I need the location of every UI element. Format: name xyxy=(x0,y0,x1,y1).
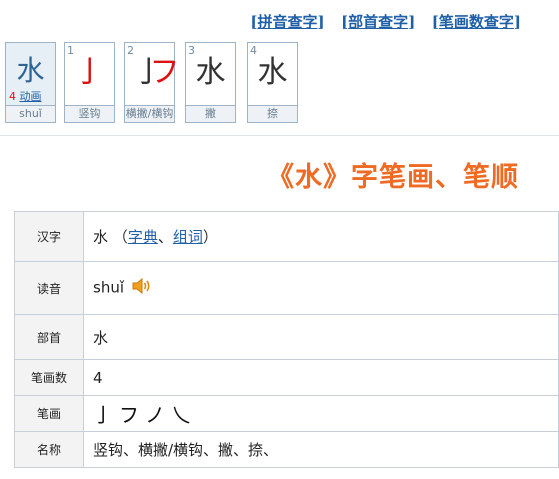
bracket: ] xyxy=(317,13,325,31)
hanzi-value: 水 xyxy=(93,228,109,246)
table-row: 名称 竖钩、横撇/横钩、撇、捺、 xyxy=(14,431,559,468)
character-strokes: 水 xyxy=(257,55,288,90)
dictionary-link[interactable]: 字典 xyxy=(128,228,158,246)
stroke-glyph: 水 xyxy=(248,51,297,95)
stroke-count: 4 xyxy=(9,90,16,103)
highlighted-stroke: 亅 xyxy=(74,55,105,90)
animate-link[interactable]: 动画 xyxy=(20,90,42,103)
character-card: 水 4 动画 shuǐ xyxy=(5,42,56,123)
row-label: 笔画数 xyxy=(14,359,84,396)
stroke-card-1: 1 亅 竖钩 xyxy=(64,42,115,123)
paren: （ xyxy=(112,228,128,246)
row-label: 汉字 xyxy=(14,211,84,262)
stroke-card-3: 3 水 撇 xyxy=(185,42,236,123)
bracket: ] xyxy=(408,13,416,31)
character-strokes: 水 xyxy=(195,55,226,90)
word-group-link[interactable]: 组词 xyxy=(173,228,203,246)
row-label: 读音 xyxy=(14,261,84,315)
row-value: 竖钩、横撇/横钩、撇、捺、 xyxy=(83,431,559,468)
highlighted-stroke: フ xyxy=(149,55,180,90)
speaker-icon[interactable] xyxy=(132,277,152,299)
stroke-count-lookup-link[interactable]: 笔画数查字 xyxy=(439,13,514,31)
character-info-table: 汉字 水 （字典、组词） 读音 shuǐ 部首 水 笔画数 4 笔画 亅フノ乀 xyxy=(14,211,559,468)
page-title: 《水》字笔画、笔顺 xyxy=(267,162,519,193)
character-glyph: 水 xyxy=(16,54,45,87)
stroke-card-4: 4 水 捺 xyxy=(247,42,298,123)
stroke-glyph: 亅フ xyxy=(125,51,180,95)
stroke-shapes: 亅フノ乀 xyxy=(93,403,197,427)
table-row: 汉字 水 （字典、组词） xyxy=(14,211,559,262)
pinyin-caption: shuǐ xyxy=(6,105,55,122)
bracket: ] xyxy=(513,13,521,31)
stroke-count-animate: 4 动画 xyxy=(9,88,42,104)
row-label: 部首 xyxy=(14,314,84,360)
row-value: 亅フノ乀 xyxy=(83,395,559,432)
row-value: 4 xyxy=(83,359,559,396)
row-value: 水 （字典、组词） xyxy=(83,211,559,262)
row-value: shuǐ xyxy=(83,261,559,315)
table-row: 笔画数 4 xyxy=(14,359,559,396)
separator: 、 xyxy=(157,228,173,246)
radical-lookup-link[interactable]: 部首查字 xyxy=(348,13,408,31)
pinyin-value: shuǐ xyxy=(93,278,124,297)
table-row: 读音 shuǐ xyxy=(14,261,559,315)
stroke-caption: 撇 xyxy=(186,105,235,122)
row-label: 名称 xyxy=(14,431,84,468)
stroke-card-2: 2 亅フ 横撇/横钩 xyxy=(124,42,180,123)
top-nav: [拼音查字] [部首查字] [笔画数查字] xyxy=(250,11,521,32)
stroke-glyph: 亅 xyxy=(65,51,114,95)
bracket: [ xyxy=(431,13,439,31)
previous-strokes: 亅 xyxy=(133,55,164,90)
stroke-caption: 横撇/横钩 xyxy=(125,105,174,122)
row-value: 水 xyxy=(83,314,559,360)
paren: ） xyxy=(202,228,218,246)
stroke-caption: 捺 xyxy=(248,105,297,122)
row-label: 笔画 xyxy=(14,395,84,432)
table-row: 笔画 亅フノ乀 xyxy=(14,395,559,432)
table-row: 部首 水 xyxy=(14,314,559,360)
stroke-caption: 竖钩 xyxy=(65,105,114,122)
stroke-glyph: 水 xyxy=(186,51,235,95)
divider xyxy=(0,135,559,136)
pinyin-lookup-link[interactable]: 拼音查字 xyxy=(257,13,317,31)
